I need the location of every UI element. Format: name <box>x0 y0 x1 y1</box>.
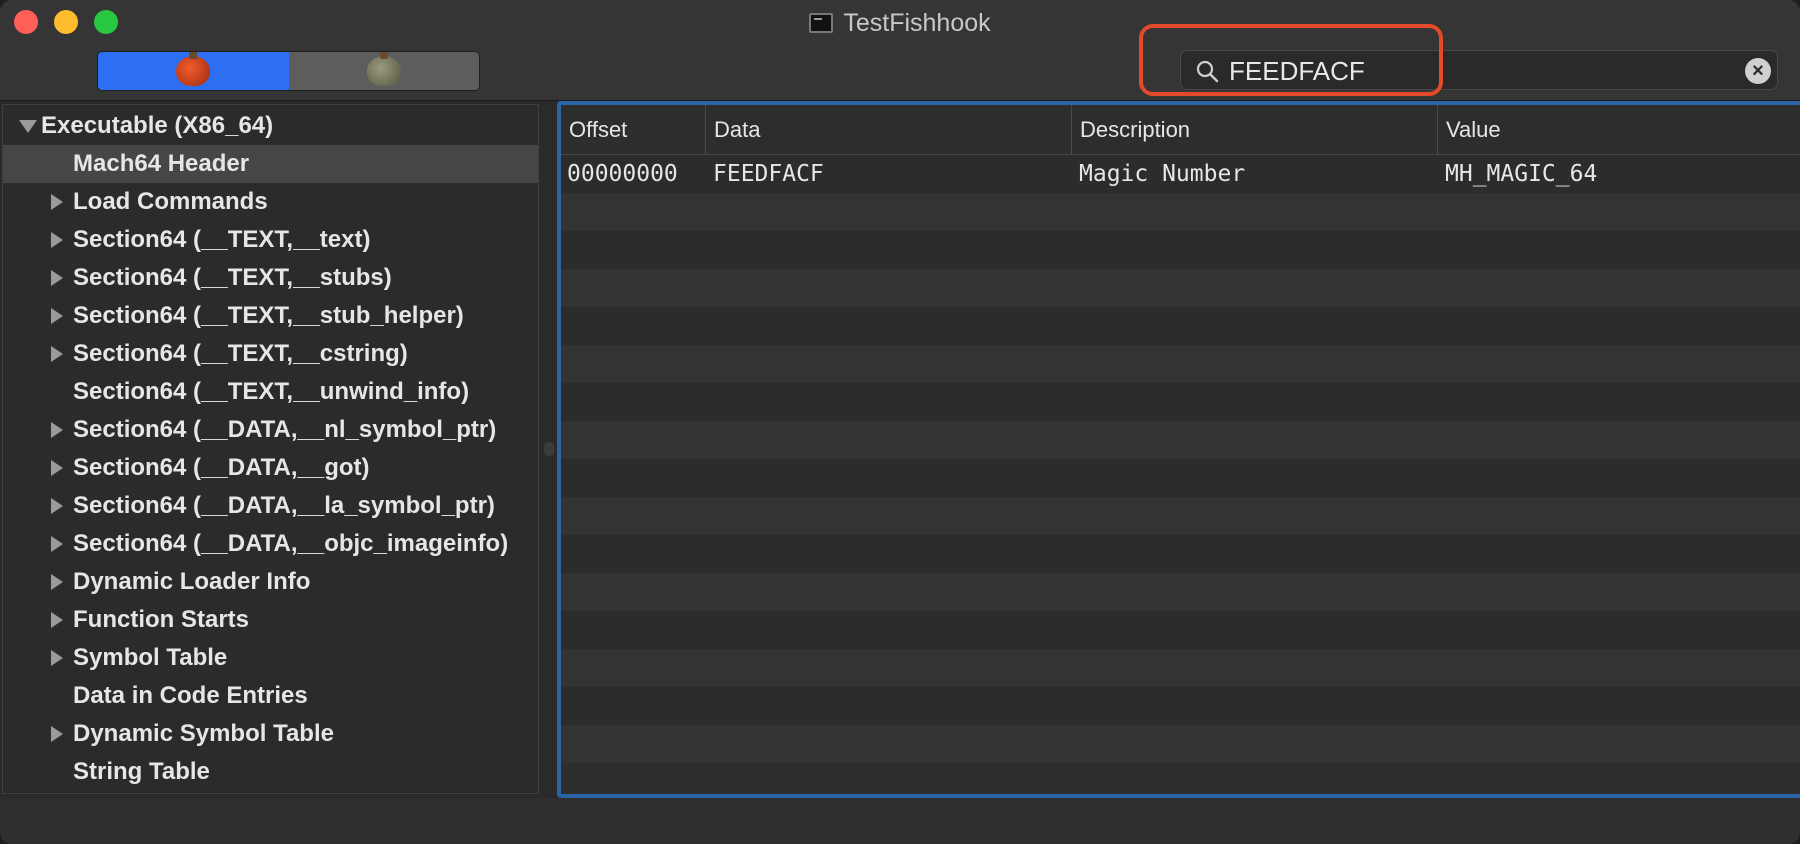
app-window: TestFishhook × Executable (X86_64) Mach64… <box>0 0 1800 844</box>
search-icon <box>1196 60 1219 83</box>
column-header-data[interactable]: Data <box>705 105 1071 154</box>
sidebar-item-label: Function Starts <box>73 606 250 633</box>
segment-raw-view[interactable] <box>98 52 289 90</box>
table-row[interactable] <box>561 611 1800 649</box>
disclosure-closed-icon[interactable] <box>51 612 63 628</box>
title-bar: TestFishhook × <box>0 0 1800 101</box>
sidebar-item[interactable]: Section64 (__TEXT,__stubs) <box>3 259 538 297</box>
apple-icon <box>176 52 211 86</box>
disclosure-closed-icon[interactable] <box>51 498 63 514</box>
column-header-value[interactable]: Value <box>1437 105 1800 154</box>
structure-outline: Executable (X86_64) Mach64 Header Load Com… <box>2 104 539 794</box>
sidebar-item-label: Mach64 Header <box>73 150 250 177</box>
sidebar-item[interactable]: Section64 (__DATA,__objc_imageinfo) <box>3 525 538 563</box>
table-row[interactable] <box>561 269 1800 307</box>
sidebar-item[interactable]: Load Commands <box>3 183 538 221</box>
search-input[interactable] <box>1229 56 1699 86</box>
disclosure-closed-icon[interactable] <box>51 308 63 324</box>
table-row[interactable] <box>561 497 1800 535</box>
details-table: Offset Data Description Value 00000000 FE… <box>557 101 1800 798</box>
sidebar-item[interactable]: Data in Code Entries <box>3 677 538 715</box>
table-row[interactable] <box>561 573 1800 611</box>
sidebar-item[interactable]: Section64 (__DATA,__got) <box>3 449 538 487</box>
sidebar-item-label: Symbol Table <box>73 644 228 671</box>
sidebar-item-label: Section64 (__TEXT,__stubs) <box>73 264 392 291</box>
table-cell-description: Magic Number <box>1079 161 1246 187</box>
sidebar-item[interactable]: Section64 (__DATA,__la_symbol_ptr) <box>3 487 538 525</box>
table-row[interactable] <box>561 307 1800 345</box>
sidebar-item-label: Load Commands <box>73 188 268 215</box>
sidebar-item[interactable]: Section64 (__DATA,__nl_symbol_ptr) <box>3 411 538 449</box>
window-title: TestFishhook <box>843 8 991 37</box>
sidebar-item[interactable]: Symbol Table <box>3 639 538 677</box>
sidebar-item-label: Section64 (__TEXT,__cstring) <box>73 340 408 367</box>
table-row[interactable] <box>561 649 1800 687</box>
search-field[interactable]: × <box>1180 50 1778 90</box>
table-row[interactable] <box>561 459 1800 497</box>
disclosure-closed-icon[interactable] <box>51 232 63 248</box>
sidebar-item[interactable]: Section64 (__TEXT,__cstring) <box>3 335 538 373</box>
table-header: Offset Data Description Value <box>561 105 1800 155</box>
disclosure-closed-icon[interactable] <box>51 270 63 286</box>
sidebar-item-label: Section64 (__TEXT,__stub_helper) <box>73 302 464 329</box>
sidebar-item[interactable]: Mach64 Header <box>3 145 538 183</box>
view-mode-segmented-control <box>97 51 480 91</box>
table-row[interactable] <box>561 231 1800 269</box>
pear-icon <box>366 52 401 86</box>
terminal-icon <box>809 13 834 33</box>
clear-icon[interactable]: × <box>1745 58 1771 84</box>
sidebar-item-label: Dynamic Loader Info <box>73 568 311 595</box>
sidebar-item-label: String Table <box>73 758 210 785</box>
table-cell-offset: 00000000 <box>567 161 678 187</box>
segment-rva-view[interactable] <box>288 52 479 90</box>
sidebar-item[interactable]: Section64 (__TEXT,__text) <box>3 221 538 259</box>
table-row[interactable] <box>561 345 1800 383</box>
split-view-divider[interactable] <box>544 442 554 456</box>
table-row[interactable] <box>561 383 1800 421</box>
sidebar-item-label: Dynamic Symbol Table <box>73 720 334 747</box>
sidebar-item[interactable]: Function Starts <box>3 601 538 639</box>
column-header-description[interactable]: Description <box>1071 105 1437 154</box>
table-row[interactable] <box>561 725 1800 763</box>
window-title-group: TestFishhook <box>0 6 1800 40</box>
disclosure-closed-icon[interactable] <box>51 460 63 476</box>
sidebar-item[interactable]: Executable (X86_64) <box>3 107 538 145</box>
disclosure-closed-icon[interactable] <box>51 726 63 742</box>
sidebar-item[interactable]: Section64 (__TEXT,__stub_helper) <box>3 297 538 335</box>
column-header-offset[interactable]: Offset <box>561 105 705 154</box>
sidebar-item[interactable]: Dynamic Loader Info <box>3 563 538 601</box>
sidebar-item-label: Section64 (__DATA,__nl_symbol_ptr) <box>73 416 497 443</box>
disclosure-closed-icon[interactable] <box>51 346 63 362</box>
table-cell-value: MH_MAGIC_64 <box>1445 161 1598 187</box>
disclosure-open-icon[interactable] <box>19 119 37 133</box>
sidebar-item[interactable]: Dynamic Symbol Table <box>3 715 538 753</box>
table-body: 00000000 FEEDFACF Magic Number MH_MAGIC_64 <box>561 155 1800 794</box>
sidebar-item-label: Section64 (__DATA,__objc_imageinfo) <box>73 530 509 557</box>
disclosure-closed-icon[interactable] <box>51 574 63 590</box>
status-bar <box>0 798 1800 844</box>
table-cell-data: FEEDFACF <box>713 161 824 187</box>
sidebar-item-label: Data in Code Entries <box>73 682 308 709</box>
sidebar-item-label: Executable (X86_64) <box>41 112 274 139</box>
table-row[interactable] <box>561 535 1800 573</box>
table-row[interactable]: 00000000 FEEDFACF Magic Number MH_MAGIC_64 <box>561 155 1800 193</box>
sidebar-item-label: Section64 (__TEXT,__text) <box>73 226 371 253</box>
sidebar-item[interactable]: String Table <box>3 753 538 791</box>
disclosure-closed-icon[interactable] <box>51 422 63 438</box>
table-row[interactable] <box>561 193 1800 231</box>
disclosure-closed-icon[interactable] <box>51 536 63 552</box>
sidebar-item-label: Section64 (__DATA,__la_symbol_ptr) <box>73 492 495 519</box>
sidebar-item[interactable]: Section64 (__TEXT,__unwind_info) <box>3 373 538 411</box>
disclosure-closed-icon[interactable] <box>51 650 63 666</box>
table-row[interactable] <box>561 687 1800 725</box>
sidebar-item-label: Section64 (__TEXT,__unwind_info) <box>73 378 470 405</box>
sidebar-item-label: Section64 (__DATA,__got) <box>73 454 370 481</box>
disclosure-closed-icon[interactable] <box>51 194 63 210</box>
table-row[interactable] <box>561 421 1800 459</box>
